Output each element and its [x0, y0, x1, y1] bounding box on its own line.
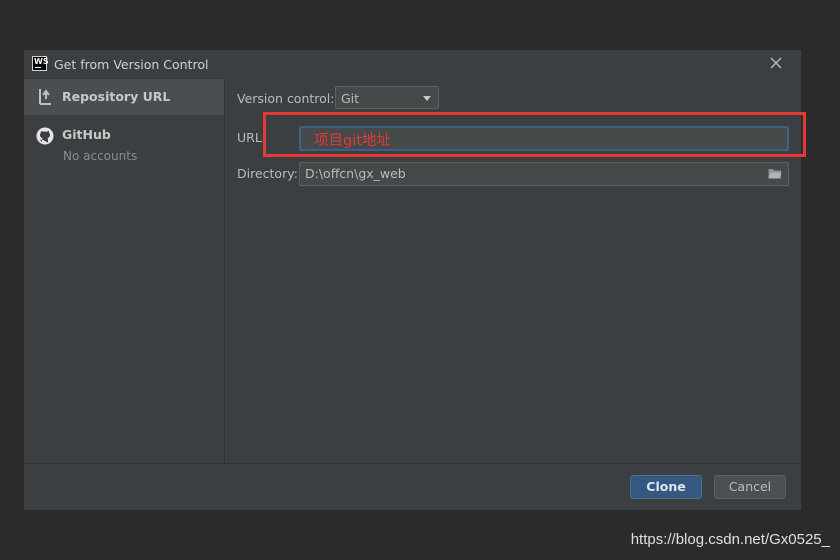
window-title: Get from Version Control	[54, 57, 209, 72]
app-icon-text: WS	[34, 57, 49, 66]
directory-value: D:\offcn\gx_web	[305, 166, 406, 181]
folder-icon[interactable]	[768, 168, 782, 179]
directory-input[interactable]: D:\offcn\gx_web	[299, 162, 789, 186]
sidebar-item-repository-url[interactable]: Repository URL	[24, 79, 224, 115]
get-from-vcs-dialog: WS Get from Version Control Repository U…	[24, 50, 806, 511]
vcs-branch-icon	[39, 89, 51, 105]
clone-button[interactable]: Clone	[630, 475, 702, 499]
annotation-highlight-box	[263, 112, 806, 157]
chevron-down-icon	[423, 96, 431, 101]
watermark-text: https://blog.csdn.net/Gx0525_	[630, 531, 830, 548]
url-label: URL:	[237, 130, 267, 145]
cancel-button[interactable]: Cancel	[714, 475, 786, 499]
sidebar: Repository URL GitHub No accounts	[24, 79, 225, 463]
version-control-select[interactable]: Git	[335, 86, 439, 109]
title-bar[interactable]: WS Get from Version Control	[24, 50, 801, 79]
sidebar-item-label: Repository URL	[62, 89, 171, 104]
sidebar-item-label: GitHub	[62, 127, 111, 142]
webstorm-app-icon: WS	[32, 56, 49, 71]
repository-url-panel: Version control: Git URL: 项目git地址 Direct…	[225, 79, 806, 463]
directory-label: Directory:	[237, 166, 298, 181]
sidebar-item-github[interactable]: GitHub No accounts	[24, 121, 224, 169]
sidebar-item-sublabel: No accounts	[63, 149, 138, 163]
dialog-footer: Clone Cancel	[24, 463, 801, 511]
github-icon	[36, 127, 54, 145]
version-control-value: Git	[341, 91, 360, 106]
close-icon[interactable]	[769, 56, 783, 70]
version-control-label: Version control:	[237, 91, 335, 106]
